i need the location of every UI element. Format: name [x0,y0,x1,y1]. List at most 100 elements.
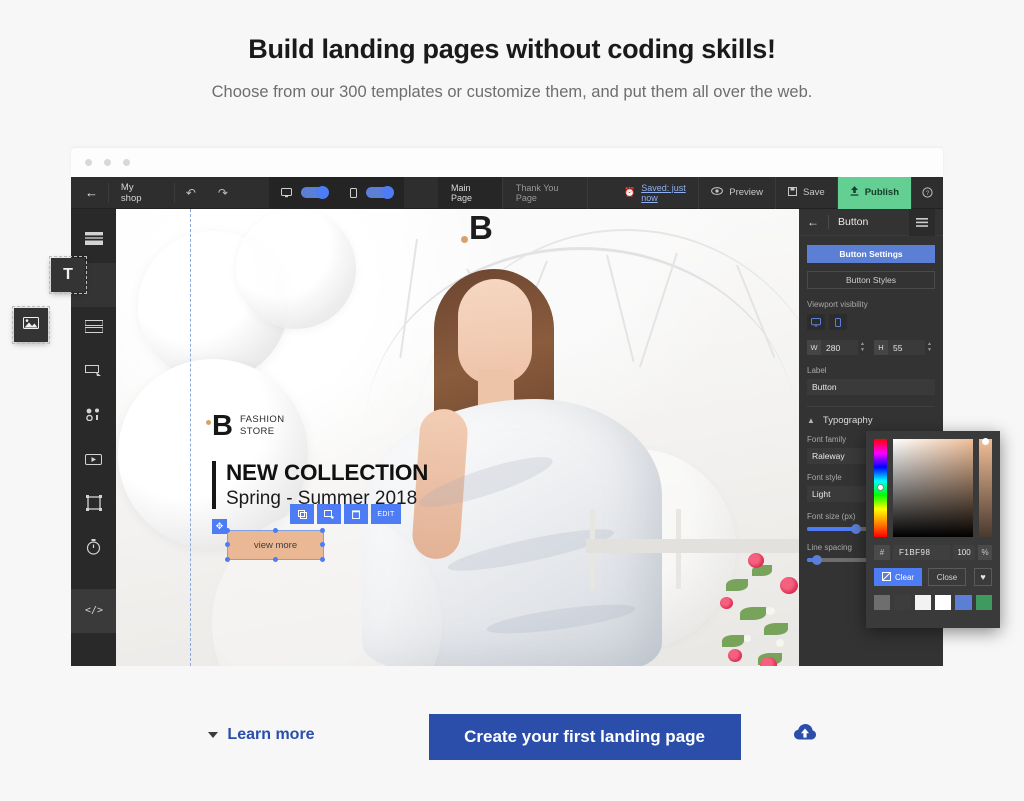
tab-main-page[interactable]: Main Page [437,177,503,209]
sidebar-item-timer[interactable] [71,527,116,571]
hamburger-icon[interactable] [909,208,935,236]
create-landing-page-button[interactable]: Create your first landing page [428,714,741,760]
clear-color-button[interactable]: Clear [874,568,922,586]
resize-handle[interactable] [225,542,230,547]
page-footer: Learn more Create your first landing pag… [0,700,1024,801]
sidebar-item-video[interactable] [71,439,116,483]
height-stepper[interactable]: ▲ ▼ [925,342,932,353]
panel-title: Button [838,216,869,228]
alpha-slider[interactable] [979,438,992,537]
undo-icon[interactable]: ↶ [175,186,207,200]
desktop-visibility-toggle[interactable] [300,185,329,199]
opacity-input[interactable]: 100 [953,545,975,560]
width-field[interactable]: W 280 ▲ ▼ [807,340,865,355]
sidebar-item-widgets[interactable] [71,395,116,439]
help-circle-icon[interactable]: ? [911,177,943,209]
hero-headline: NEW COLLECTION [226,460,429,485]
resize-handle[interactable] [320,528,325,533]
publish-upload-icon [850,186,859,199]
hero-view-more-button[interactable]: view more [227,530,324,560]
browser-title-bar [71,148,943,177]
resize-handle[interactable] [320,557,325,562]
heart-icon[interactable]: ♥ [974,568,992,586]
color-swatch[interactable] [934,595,952,610]
redo-icon[interactable]: ↷ [207,186,239,200]
hero-heading-block[interactable]: NEW COLLECTION Spring - Summer 2018 [212,460,429,510]
hero-logo-line2: STORE [239,426,275,437]
clock-icon: ⏰ [623,187,636,197]
sel-edit-button[interactable]: EDIT [371,504,401,524]
viewport-desktop-button[interactable] [807,314,825,330]
photo-balloon [236,209,356,329]
chevron-up-icon[interactable]: ▲ [807,416,815,425]
resize-handle[interactable] [273,557,278,562]
svg-text:?: ? [926,191,930,197]
mobile-visibility-toggle[interactable] [365,185,394,199]
panel-back-arrow-icon[interactable]: ← [807,215,819,229]
sel-duplicate-button[interactable] [290,504,314,524]
color-hex-row: # F1BF98 100 % [874,545,992,560]
hex-input[interactable]: F1BF98 [893,545,950,560]
resize-handle[interactable] [225,528,230,533]
save-button[interactable]: Save [775,177,837,209]
timer-icon [86,538,101,560]
hero-logo-mark: B [206,410,233,442]
page-tabs: Main Page Thank You Page [437,177,588,209]
typography-section-header[interactable]: ▲ Typography [807,415,935,426]
color-picker-top [874,438,992,537]
photo-roses [714,549,799,666]
saved-status[interactable]: ⏰ Saved: just now [624,183,698,203]
hero-brand-dot [461,236,468,243]
window-maximize-dot [123,159,130,166]
color-swatch[interactable] [914,595,931,610]
width-stepper[interactable]: ▲ ▼ [858,342,865,353]
color-swatch[interactable] [955,595,972,610]
shape-icon [85,494,102,516]
sidebar-item-shape[interactable] [71,483,116,527]
color-picker-popup: # F1BF98 100 % Clear Close ♥ [866,431,1000,628]
learn-more-link[interactable]: Learn more [208,726,315,744]
alpha-knob[interactable] [982,438,989,445]
typography-title: Typography [822,415,873,426]
hue-knob[interactable] [877,484,884,491]
video-icon [85,452,102,470]
drag-chip-text-outline [49,256,87,294]
widgets-icon [85,408,102,426]
back-arrow-icon[interactable]: ← [71,186,108,199]
page-subtitle: Choose from our 300 templates or customi… [211,83,813,101]
sel-delete-button[interactable] [344,504,368,524]
sel-copy-button[interactable] [317,504,341,524]
eye-icon [711,187,724,198]
publish-button[interactable]: Publish [836,177,911,209]
preview-button[interactable]: Preview [698,177,775,209]
color-swatch[interactable] [975,595,992,610]
hue-slider[interactable] [874,439,887,537]
project-name[interactable]: My shop [109,182,174,204]
color-swatch[interactable] [874,595,891,610]
resize-handle[interactable] [273,528,278,533]
sidebar-item-button[interactable] [71,351,116,395]
label-input[interactable]: Button [807,379,935,395]
cloud-upload-icon[interactable] [793,724,816,746]
resize-handle[interactable] [320,542,325,547]
selected-button-widget[interactable]: EDIT ✥ view more [212,504,401,562]
window-minimize-dot [104,159,111,166]
sidebar-item-code[interactable]: </> [71,589,116,633]
saved-status-text[interactable]: Saved: just now [641,183,698,203]
viewport-mobile-button[interactable] [829,314,847,330]
no-color-icon [881,571,891,583]
width-value[interactable]: 280 [821,340,859,355]
resize-handle[interactable] [225,557,230,562]
sidebar-item-blocks[interactable] [71,307,116,351]
saturation-value-area[interactable] [893,439,973,537]
selection-toolbar: EDIT [290,504,401,524]
editor-canvas[interactable]: B B FASHION STORE NEW COLLECTION Spring … [116,209,799,666]
tab-thank-you-page[interactable]: Thank You Page [503,177,588,209]
height-field[interactable]: H 55 ▲ ▼ [874,340,932,355]
close-picker-button[interactable]: Close [928,568,966,586]
percent-symbol: % [978,545,992,560]
tab-button-settings[interactable]: Button Settings [807,245,935,263]
tab-button-styles[interactable]: Button Styles [807,271,935,289]
color-swatch[interactable] [894,595,911,610]
height-value[interactable]: 55 [888,340,926,355]
